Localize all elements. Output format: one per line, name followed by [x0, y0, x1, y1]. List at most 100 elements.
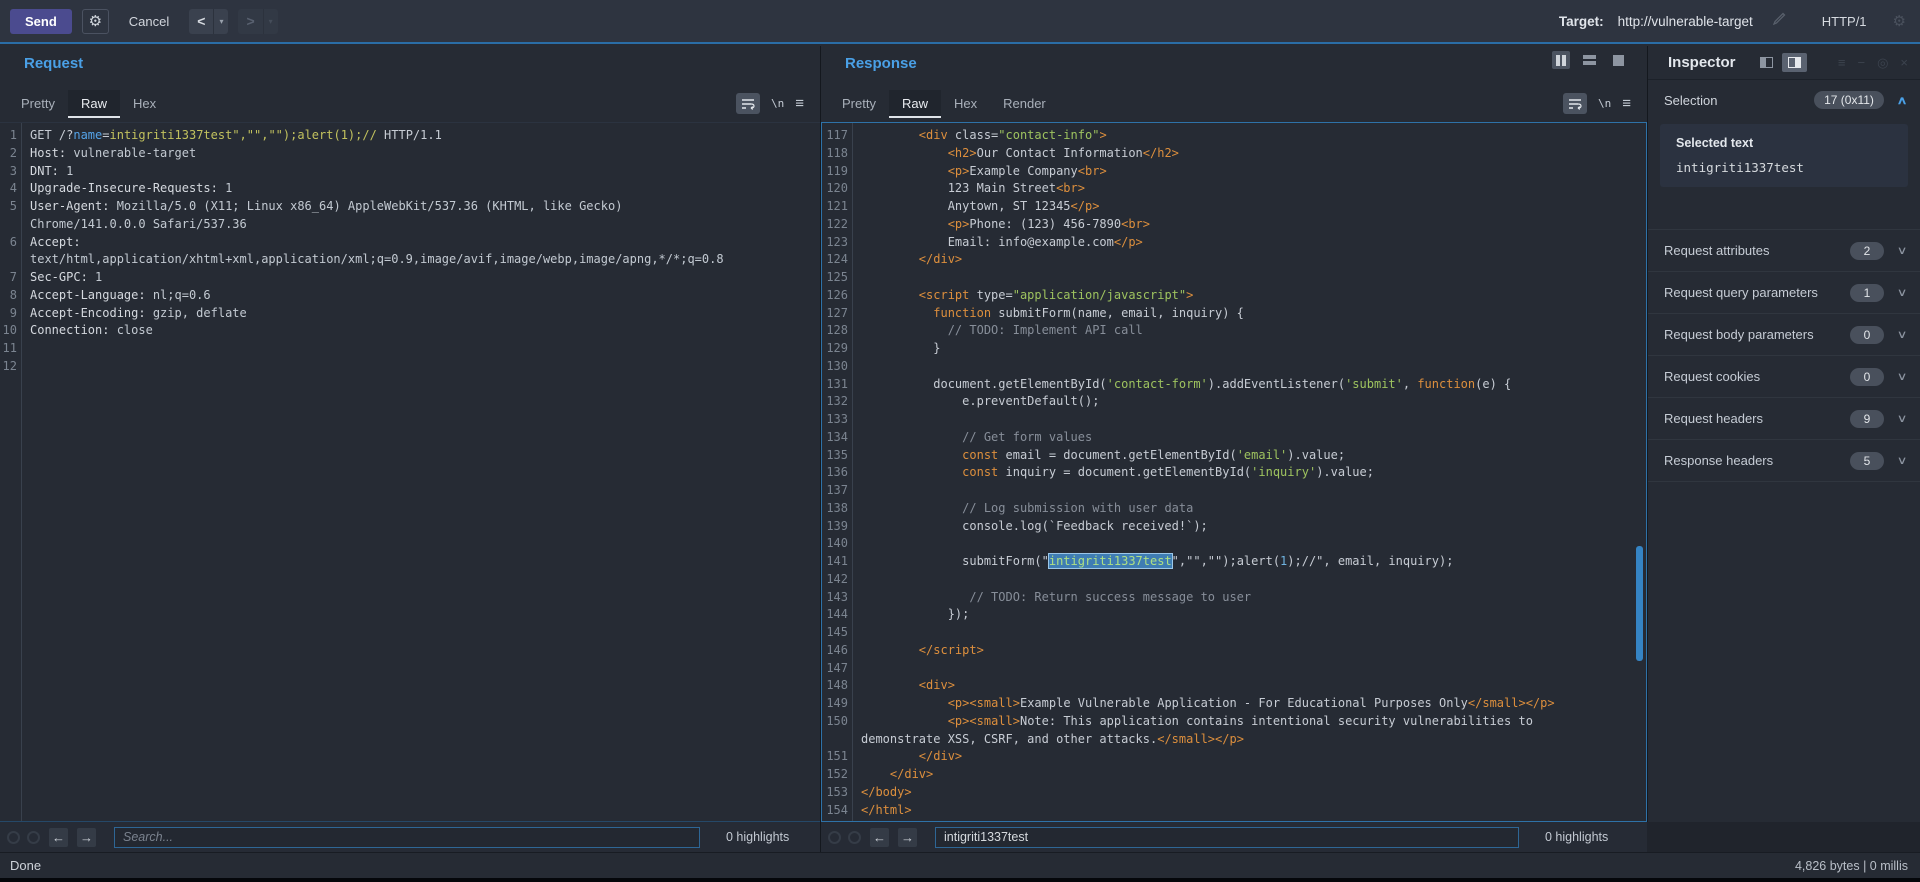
- chevron-down-icon[interactable]: ∨: [1897, 244, 1908, 257]
- edit-target-pencil-icon[interactable]: [1773, 12, 1786, 30]
- code-line: 1GET /?name=intigriti1337test","","");al…: [0, 127, 820, 145]
- inspector-section-request-cookies[interactable]: Request cookies 0 ∨: [1648, 356, 1920, 397]
- response-tab-render[interactable]: Render: [990, 90, 1059, 118]
- code-line: 147: [822, 660, 1646, 678]
- response-tab-hex[interactable]: Hex: [941, 90, 990, 118]
- line-number: 117: [822, 127, 848, 145]
- chevron-up-icon[interactable]: ∧: [1897, 94, 1908, 107]
- layout-rows-icon[interactable]: [1579, 51, 1600, 69]
- request-tab-pretty[interactable]: Pretty: [8, 90, 68, 118]
- line-number: 2: [0, 145, 17, 163]
- list-icon: ≡: [1838, 55, 1846, 71]
- inspector-section-request-attributes[interactable]: Request attributes 2 ∨: [1648, 230, 1920, 271]
- response-panel-title: Response: [845, 55, 917, 72]
- back-dropdown-caret-icon[interactable]: ▾: [213, 9, 228, 34]
- request-search-highlights: 0 highlights: [726, 830, 789, 844]
- chevron-down-icon[interactable]: ∨: [1897, 370, 1908, 383]
- search-option-icon[interactable]: [7, 831, 20, 844]
- code-line: Chrome/141.0.0.0 Safari/537.36: [0, 216, 820, 234]
- chevron-down-icon[interactable]: ∨: [1897, 328, 1908, 341]
- code-line: 133: [822, 411, 1646, 429]
- search-prev-icon[interactable]: ←: [49, 828, 68, 847]
- line-number: [0, 251, 17, 269]
- search-next-icon[interactable]: →: [898, 828, 917, 847]
- toolbar: Send ⚙ Cancel < ▾ > ▾ Target: http://vul…: [0, 0, 1920, 44]
- line-number: 140: [822, 535, 848, 553]
- response-panel: Response Pretty Raw Hex Render \n ≡ 117 …: [821, 46, 1647, 822]
- send-options-gear-icon[interactable]: ⚙: [82, 9, 109, 34]
- line-number: 119: [822, 163, 848, 181]
- request-search-input[interactable]: [114, 827, 700, 848]
- history-back-button[interactable]: < ▾: [189, 9, 228, 34]
- layout-single-icon[interactable]: [1609, 51, 1628, 69]
- search-prev-icon[interactable]: ←: [870, 828, 889, 847]
- history-forward-button[interactable]: > ▾: [238, 9, 277, 34]
- code-line: 131 document.getElementById('contact-for…: [822, 376, 1646, 394]
- code-line: 136 const inquiry = document.getElementB…: [822, 464, 1646, 482]
- response-tab-raw[interactable]: Raw: [889, 90, 941, 118]
- response-search-input[interactable]: [935, 827, 1519, 848]
- inspector-section-request-body-parameters[interactable]: Request body parameters 0 ∨: [1648, 314, 1920, 355]
- line-number: 138: [822, 500, 848, 518]
- inspector-section-request-headers[interactable]: Request headers 9 ∨: [1648, 398, 1920, 439]
- inspector-panel: Inspector ≡ − ◎ × Selection 17 (0x11) ∧ …: [1647, 46, 1920, 822]
- editor-menu-icon[interactable]: ≡: [1622, 95, 1631, 112]
- line-number: 9: [0, 305, 17, 323]
- show-newlines-icon[interactable]: \n: [771, 97, 784, 110]
- http-version-label[interactable]: HTTP/1: [1822, 14, 1867, 29]
- line-number: 142: [822, 571, 848, 589]
- request-tab-hex[interactable]: Hex: [120, 90, 169, 118]
- inspector-section-response-headers[interactable]: Response headers 5 ∨: [1648, 440, 1920, 481]
- chevron-down-icon[interactable]: ∨: [1897, 286, 1908, 299]
- code-line: 8Accept-Language: nl;q=0.6: [0, 287, 820, 305]
- search-option-icon[interactable]: [848, 831, 861, 844]
- editor-menu-icon[interactable]: ≡: [795, 95, 804, 112]
- search-next-icon[interactable]: →: [77, 828, 96, 847]
- dock-left-icon[interactable]: [1754, 53, 1779, 72]
- section-label: Request cookies: [1664, 369, 1850, 384]
- count-badge: 2: [1850, 242, 1884, 260]
- response-scrollbar[interactable]: [1636, 546, 1643, 661]
- response-editor[interactable]: 117 <div class="contact-info">118 <h2>Ou…: [821, 122, 1647, 822]
- request-editor[interactable]: 1GET /?name=intigriti1337test","","");al…: [0, 122, 820, 822]
- code-line: 10Connection: close: [0, 322, 820, 340]
- cancel-button[interactable]: Cancel: [119, 9, 179, 34]
- code-line: 120 123 Main Street<br>: [822, 180, 1646, 198]
- response-tabs: Pretty Raw Hex Render: [829, 90, 1059, 118]
- code-line: 132 e.preventDefault();: [822, 393, 1646, 411]
- code-line: 123 Email: info@example.com</p>: [822, 234, 1646, 252]
- status-bar: Done 4,826 bytes | 0 millis: [0, 852, 1920, 878]
- search-option-icon[interactable]: [828, 831, 841, 844]
- dock-right-icon[interactable]: [1782, 53, 1807, 72]
- line-number: 139: [822, 518, 848, 536]
- chevron-down-icon[interactable]: ∨: [1897, 454, 1908, 467]
- request-tab-raw[interactable]: Raw: [68, 90, 120, 118]
- line-number: 150: [822, 713, 848, 731]
- layout-columns-icon[interactable]: [1552, 51, 1570, 69]
- line-number: 6: [0, 234, 17, 252]
- response-tab-pretty[interactable]: Pretty: [829, 90, 889, 118]
- line-number: 7: [0, 269, 17, 287]
- inspector-section-request-query-parameters[interactable]: Request query parameters 1 ∨: [1648, 272, 1920, 313]
- line-number: 130: [822, 358, 848, 376]
- inspector-section-selection[interactable]: Selection 17 (0x11) ∧: [1648, 80, 1920, 120]
- line-number: 137: [822, 482, 848, 500]
- line-number: 11: [0, 340, 17, 358]
- line-number: 128: [822, 322, 848, 340]
- section-label: Request query parameters: [1664, 285, 1850, 300]
- code-line: 127 function submitForm(name, email, inq…: [822, 305, 1646, 323]
- word-wrap-icon[interactable]: [736, 93, 760, 114]
- show-newlines-icon[interactable]: \n: [1598, 97, 1611, 110]
- code-line: 137: [822, 482, 1646, 500]
- count-badge: 9: [1850, 410, 1884, 428]
- chevron-down-icon[interactable]: ∨: [1897, 412, 1908, 425]
- line-number: 120: [822, 180, 848, 198]
- search-option-icon[interactable]: [27, 831, 40, 844]
- send-button[interactable]: Send: [10, 9, 72, 34]
- code-line: 3DNT: 1: [0, 163, 820, 181]
- word-wrap-icon[interactable]: [1563, 93, 1587, 114]
- code-line: 151 </div>: [822, 748, 1646, 766]
- code-line: 139 console.log(`Feedback received!`);: [822, 518, 1646, 536]
- code-line: text/html,application/xhtml+xml,applicat…: [0, 251, 820, 269]
- code-line: demonstrate XSS, CSRF, and other attacks…: [822, 731, 1646, 749]
